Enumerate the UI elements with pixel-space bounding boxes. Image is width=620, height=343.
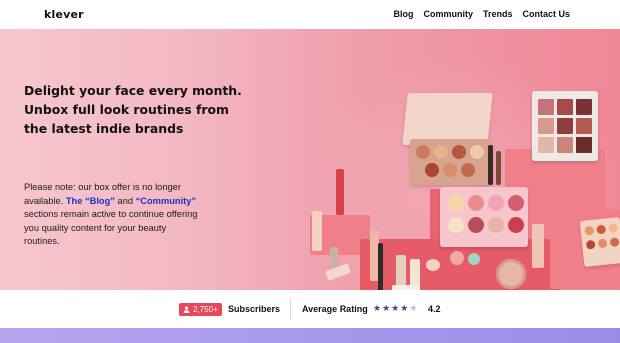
small-palette: [579, 217, 620, 267]
brush: [496, 151, 501, 185]
sponge: [450, 251, 464, 265]
note-text-and: and: [114, 195, 136, 206]
star-empty-icon: ★: [409, 303, 418, 313]
note-community-link[interactable]: “Community”: [136, 196, 196, 206]
sponge: [426, 259, 440, 271]
rating-stars: ★ ★ ★ ★ ★: [373, 303, 417, 314]
compact: [496, 259, 526, 289]
star-icon: ★: [391, 303, 400, 313]
rating-value: 4.2: [428, 304, 441, 314]
makeup-products-image: [300, 89, 620, 290]
subscribers-badge: 2,750+: [179, 303, 222, 316]
footer-strip: [0, 328, 620, 343]
nav-item-blog[interactable]: Blog: [393, 9, 413, 19]
rating-label: Average Rating: [302, 304, 368, 314]
subscribers-count: 2,750+: [193, 305, 218, 314]
stats-bar: 2,750+ Subscribers Average Rating ★ ★ ★ …: [0, 290, 620, 328]
eyeshadow-palette: [410, 139, 492, 185]
lip-gloss: [336, 169, 344, 215]
nav-menu: Blog Community Trends Contact Us: [393, 9, 570, 19]
nav-item-trends[interactable]: Trends: [483, 9, 513, 19]
star-icon: ★: [373, 303, 382, 313]
pink-palette: [440, 187, 528, 247]
serum-bottle: [532, 224, 544, 268]
palette-lid: [402, 93, 493, 145]
top-navigation: klever Blog Community Trends Contact Us: [0, 0, 620, 29]
lipstick: [325, 263, 351, 281]
foundation-bottle: [312, 211, 322, 251]
hero-headline: Delight your face every month. Unbox ful…: [24, 83, 242, 136]
note-text-end: sections remain active to continue offer…: [24, 209, 198, 247]
nav-item-contact-us[interactable]: Contact Us: [522, 9, 570, 19]
eyeliner: [378, 243, 383, 290]
logo[interactable]: klever: [44, 8, 84, 21]
star-icon: ★: [400, 303, 409, 313]
note-blog-link[interactable]: The “Blog”: [66, 196, 115, 206]
person-icon: [183, 306, 190, 313]
nav-item-community[interactable]: Community: [423, 9, 473, 19]
sponge: [468, 253, 480, 265]
stats-divider: [290, 298, 291, 320]
hero-section: Delight your face every month. Unbox ful…: [0, 29, 620, 290]
subscribers-label: Subscribers: [228, 304, 281, 314]
square-palette: [532, 91, 598, 161]
star-icon: ★: [382, 303, 391, 313]
hero-note: Please note: our box offer is no longer …: [24, 181, 204, 249]
brush: [488, 145, 493, 185]
